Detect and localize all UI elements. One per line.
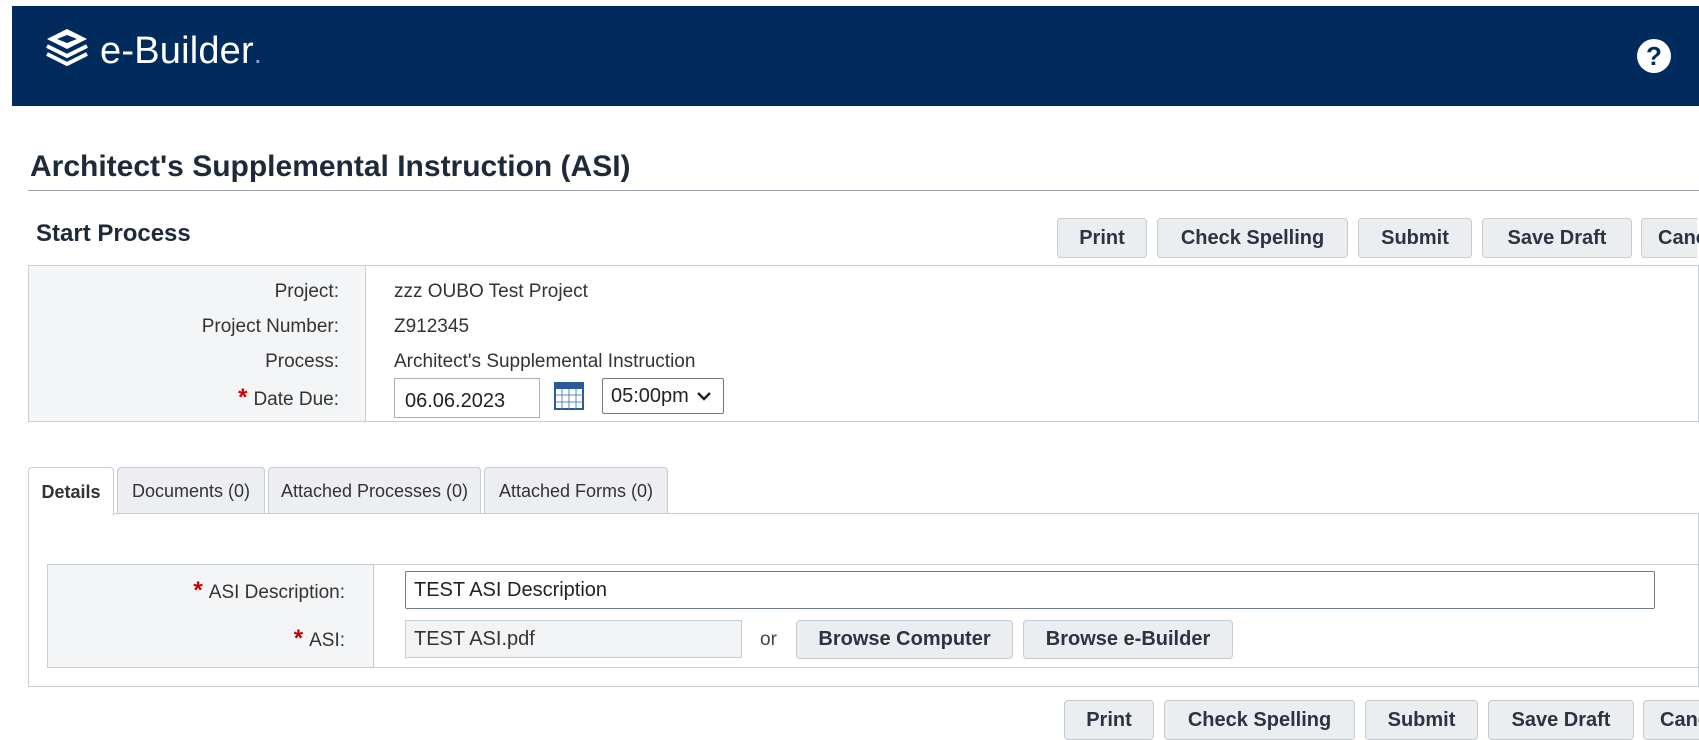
tab-details[interactable]: Details — [28, 467, 114, 516]
project-value: zzz OUBO Test Project — [394, 281, 588, 302]
title-divider — [28, 190, 1699, 191]
due-time-select[interactable]: 05:00pm — [602, 378, 724, 414]
check-spelling-button-top[interactable]: Check Spelling — [1157, 218, 1348, 258]
browse-ebuilder-button[interactable]: Browse e-Builder — [1023, 620, 1233, 659]
date-due-input[interactable] — [394, 378, 540, 418]
chevron-down-icon — [696, 388, 711, 404]
save-draft-button-top[interactable]: Save Draft — [1482, 218, 1632, 258]
required-asterisk: * — [293, 625, 304, 652]
save-draft-button-bottom[interactable]: Save Draft — [1488, 700, 1634, 740]
print-button-bottom[interactable]: Print — [1064, 700, 1154, 740]
project-number-value: Z912345 — [394, 316, 470, 337]
info-labels-column: Project: Project Number: Process: * Date … — [29, 266, 366, 421]
page-title: Architect's Supplemental Instruction (AS… — [30, 150, 631, 183]
cancel-button-top[interactable]: Cancel — [1641, 218, 1699, 258]
submit-button-bottom[interactable]: Submit — [1365, 700, 1478, 740]
process-info-panel: Project: Project Number: Process: * Date … — [28, 265, 1699, 422]
required-asterisk: * — [193, 577, 203, 604]
asi-label-wrap: * ASI: — [294, 625, 345, 653]
stacked-layers-icon — [44, 27, 90, 76]
tab-documents[interactable]: Documents (0) — [117, 467, 265, 514]
process-value: Architect's Supplemental Instruction — [394, 351, 696, 372]
app-logo[interactable]: e-Builder. — [44, 26, 262, 76]
app-header: e-Builder. ? — [12, 6, 1699, 106]
date-due-label: Date Due: — [253, 389, 339, 410]
asi-description-input[interactable] — [405, 571, 1655, 609]
submit-button-top[interactable]: Submit — [1358, 218, 1472, 258]
required-asterisk: * — [238, 384, 248, 411]
project-label: Project: — [274, 281, 339, 302]
or-separator: or — [760, 629, 777, 650]
check-spelling-button-bottom[interactable]: Check Spelling — [1164, 700, 1355, 740]
process-label: Process: — [265, 351, 339, 372]
help-circle-icon[interactable]: ? — [1637, 39, 1671, 73]
details-tab-panel: *ASI Description: *ASI: or Browse Comput… — [28, 513, 1699, 687]
details-form: *ASI Description: *ASI: or Browse Comput… — [47, 564, 1699, 668]
print-button-top[interactable]: Print — [1057, 218, 1147, 258]
project-number-label: Project Number: — [201, 316, 339, 337]
browse-computer-button[interactable]: Browse Computer — [796, 620, 1013, 659]
asi-label: ASI: — [309, 630, 345, 651]
date-due-label-wrap: * Date Due: — [238, 384, 339, 412]
cancel-button-bottom[interactable]: Cancel — [1643, 700, 1699, 740]
tab-attached-forms[interactable]: Attached Forms (0) — [484, 467, 668, 514]
calendar-icon[interactable] — [554, 382, 584, 415]
section-title: Start Process — [36, 220, 191, 247]
asi-description-label-wrap: * ASI Description: — [193, 577, 345, 605]
asi-description-label: ASI Description: — [208, 582, 345, 603]
brand-name: e-Builder. — [100, 29, 262, 72]
details-labels-column: * ASI Description: * ASI: — [48, 565, 374, 667]
tab-attached-processes[interactable]: Attached Processes (0) — [268, 467, 481, 514]
due-time-value: 05:00pm — [611, 384, 689, 407]
asi-file-field[interactable] — [405, 620, 742, 658]
